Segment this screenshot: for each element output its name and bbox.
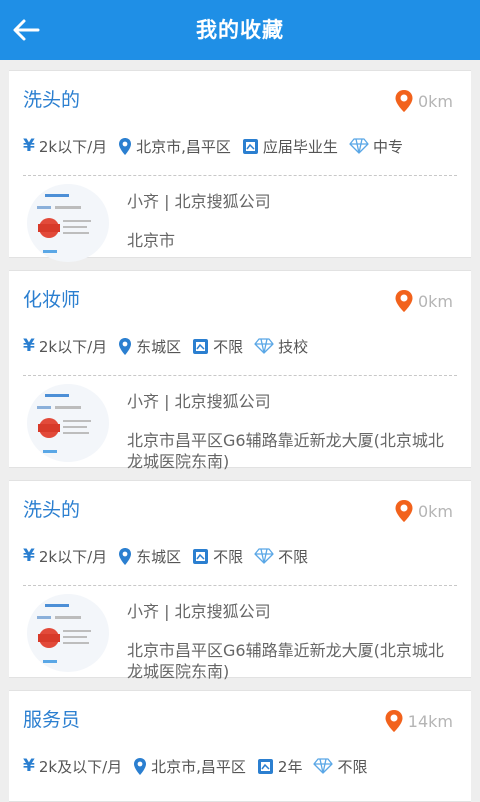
job-tags: ¥2k以下/月 东城区 不限 不限 <box>9 539 471 573</box>
location-text: 北京市,昌平区 <box>136 137 231 156</box>
degree-tag: 不限 <box>254 546 308 567</box>
degree-text: 不限 <box>278 547 309 566</box>
company-address: 北京市昌平区G6辅路靠近新龙大厦(北京城北龙城医院东南) <box>127 431 444 471</box>
diamond-icon <box>254 338 274 354</box>
education-tag: 应届毕业生 <box>242 136 338 157</box>
education-tag: 不限 <box>192 546 243 567</box>
location-text: 北京市,昌平区 <box>151 757 246 776</box>
location-tag: 北京市,昌平区 <box>118 136 231 157</box>
company-name: 小齐 | 北京搜狐公司 <box>127 192 271 211</box>
job-tags: ¥2k以下/月 东城区 不限 技校 <box>9 329 471 363</box>
location-text: 东城区 <box>136 337 182 356</box>
job-card[interactable]: 洗头的 0km ¥2k以下/月 北京市,昌平区 应届毕业生 中专 小齐 | 北京… <box>9 70 471 262</box>
distance: 0km <box>394 499 453 523</box>
job-title[interactable]: 化妆师 <box>23 285 80 312</box>
education-icon <box>193 548 209 564</box>
location-pin-icon <box>134 757 147 775</box>
salary-text: 2k及以下/月 <box>38 757 123 776</box>
education-icon <box>242 138 258 154</box>
company-logo <box>27 184 109 262</box>
degree-tag: 技校 <box>254 336 308 357</box>
yen-icon: ¥ <box>23 756 35 776</box>
yen-icon: ¥ <box>23 136 35 156</box>
degree-tag: 不限 <box>313 756 367 777</box>
divider <box>23 585 457 586</box>
location-text: 东城区 <box>136 547 182 566</box>
job-title[interactable]: 服务员 <box>23 705 80 732</box>
salary-tag: ¥2k以下/月 <box>23 546 107 567</box>
map-pin-icon <box>395 290 413 312</box>
job-tags: ¥2k以下/月 北京市,昌平区 应届毕业生 中专 <box>9 129 471 163</box>
company-address: 北京市 <box>127 231 176 250</box>
map-pin-icon <box>395 90 413 112</box>
salary-text: 2k以下/月 <box>38 547 108 566</box>
salary-text: 2k以下/月 <box>38 337 108 356</box>
diamond-icon <box>313 758 334 774</box>
location-tag: 东城区 <box>118 546 181 567</box>
divider <box>23 375 457 376</box>
yen-icon: ¥ <box>23 336 35 356</box>
job-card[interactable]: 服务员 14km ¥2k及以下/月 北京市,昌平区 2年 不限 <box>9 690 471 802</box>
diamond-icon <box>349 138 369 154</box>
job-tags: ¥2k及以下/月 北京市,昌平区 2年 不限 <box>9 749 471 783</box>
map-pin-icon <box>395 500 413 522</box>
distance: 0km <box>394 289 453 313</box>
degree-text: 不限 <box>337 757 368 776</box>
header-bar: 我的收藏 <box>0 0 480 60</box>
diamond-icon <box>254 548 274 564</box>
company-address: 北京市昌平区G6辅路靠近新龙大厦(北京城北龙城医院东南) <box>127 641 444 681</box>
education-tag: 不限 <box>192 336 243 357</box>
salary-tag: ¥2k及以下/月 <box>23 756 122 777</box>
favorites-list: 洗头的 0km ¥2k以下/月 北京市,昌平区 应届毕业生 中专 小齐 | 北京… <box>0 70 480 802</box>
education-text: 不限 <box>213 547 244 566</box>
location-pin-icon <box>119 137 132 155</box>
education-text: 不限 <box>213 337 244 356</box>
distance-text: 0km <box>417 91 453 111</box>
location-pin-icon <box>119 547 132 565</box>
location-tag: 北京市,昌平区 <box>133 756 246 777</box>
company-logo <box>27 384 109 462</box>
education-text: 应届毕业生 <box>262 137 338 156</box>
company-name: 小齐 | 北京搜狐公司 <box>127 602 271 621</box>
distance: 0km <box>394 89 453 113</box>
company-name: 小齐 | 北京搜狐公司 <box>127 392 271 411</box>
distance-text: 0km <box>417 501 453 521</box>
page-title: 我的收藏 <box>196 18 284 42</box>
job-title[interactable]: 洗头的 <box>23 495 80 522</box>
distance: 14km <box>384 709 453 733</box>
company-logo <box>27 594 109 672</box>
education-text: 2年 <box>277 757 303 776</box>
job-card[interactable]: 化妆师 0km ¥2k以下/月 东城区 不限 技校 小齐 | 北京搜狐公司 北京… <box>9 270 471 471</box>
job-title[interactable]: 洗头的 <box>23 85 80 112</box>
salary-tag: ¥2k以下/月 <box>23 136 107 157</box>
distance-text: 14km <box>407 711 453 731</box>
education-icon <box>257 758 273 774</box>
education-icon <box>193 338 209 354</box>
map-pin-icon <box>385 710 403 732</box>
degree-text: 技校 <box>278 337 309 356</box>
location-pin-icon <box>119 337 132 355</box>
distance-text: 0km <box>417 291 453 311</box>
salary-tag: ¥2k以下/月 <box>23 336 107 357</box>
education-tag: 2年 <box>257 756 303 777</box>
degree-text: 中专 <box>372 137 403 156</box>
location-tag: 东城区 <box>118 336 181 357</box>
degree-tag: 中专 <box>349 136 403 157</box>
divider <box>23 175 457 176</box>
salary-text: 2k以下/月 <box>38 137 108 156</box>
job-card[interactable]: 洗头的 0km ¥2k以下/月 东城区 不限 不限 小齐 | 北京搜狐公司 北京… <box>9 480 471 681</box>
yen-icon: ¥ <box>23 546 35 566</box>
